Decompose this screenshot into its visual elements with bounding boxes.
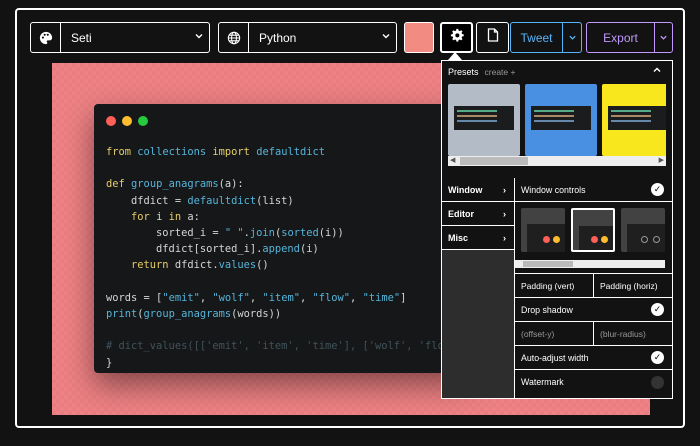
- scroll-left-icon[interactable]: ◀: [450, 156, 455, 166]
- code-line: return dfdict.values(): [131, 259, 269, 272]
- auto-adjust-toggle[interactable]: Auto-adjust width ✓: [515, 346, 672, 370]
- close-dot: [106, 116, 116, 126]
- window-style-option[interactable]: [521, 208, 565, 252]
- tweet-dropdown-button[interactable]: [563, 23, 581, 52]
- presets-list: [448, 84, 666, 156]
- minimize-dot: [122, 116, 132, 126]
- scroll-right-icon[interactable]: ▶: [659, 156, 664, 166]
- create-preset-link[interactable]: create +: [485, 67, 516, 77]
- code-line: dfdict = defaultdict(list): [106, 194, 294, 207]
- check-icon[interactable]: ✓: [651, 351, 664, 364]
- settings-tabs: Window › Editor › Misc ›: [442, 178, 515, 398]
- window-style-option[interactable]: [621, 208, 665, 252]
- chevron-down-icon: [660, 35, 667, 40]
- panel-caret: [448, 52, 462, 60]
- chevron-right-icon: ›: [503, 208, 506, 219]
- presets-title: Presets: [448, 67, 479, 77]
- settings-panel: Presets create + ◀ ▶ Window › Editor › Mis…: [441, 60, 673, 399]
- code-line: sorted_i = " ".join(sorted(i)): [106, 227, 344, 240]
- watermark-toggle[interactable]: Watermark: [515, 370, 672, 394]
- code-line: dfdict[sorted_i].append(i): [106, 243, 319, 256]
- preset-thumbnail[interactable]: [448, 84, 520, 156]
- code-line: for i in a:: [131, 210, 200, 223]
- export-button[interactable]: Export: [587, 23, 655, 52]
- chevron-right-icon: ›: [503, 232, 506, 243]
- background-color-swatch[interactable]: [404, 22, 434, 53]
- offset-y-input[interactable]: (offset-y): [515, 322, 594, 345]
- code-line: words = ["emit", "wolf", "item", "flow",…: [106, 291, 407, 304]
- export-button-group: Export: [586, 22, 673, 53]
- code-editor[interactable]: from collections import defaultdict def …: [106, 144, 444, 371]
- window-controls-toggle[interactable]: Window controls ✓: [515, 178, 672, 202]
- chevron-down-icon: [376, 31, 396, 44]
- toggle-off-icon[interactable]: [651, 375, 664, 389]
- code-window[interactable]: from collections import defaultdict def …: [94, 104, 472, 373]
- tab-misc[interactable]: Misc ›: [442, 226, 514, 250]
- document-icon: [487, 28, 499, 47]
- window-controls-label: Window controls: [521, 184, 586, 195]
- blur-radius-input[interactable]: (blur-radius): [594, 322, 672, 345]
- maximize-dot: [138, 116, 148, 126]
- padding-vert-input[interactable]: Padding (vert): [515, 274, 594, 297]
- drop-shadow-label: Drop shadow: [521, 304, 573, 315]
- window-style-option-selected[interactable]: [571, 208, 615, 252]
- scrollbar-thumb[interactable]: [460, 157, 528, 165]
- tab-window[interactable]: Window ›: [442, 178, 514, 202]
- gear-icon: [450, 28, 464, 47]
- preset-thumbnail[interactable]: [525, 84, 597, 156]
- window-controls: [106, 116, 148, 126]
- check-icon[interactable]: ✓: [651, 303, 664, 316]
- settings-button[interactable]: [440, 22, 473, 53]
- theme-value: Seti: [71, 30, 92, 45]
- palette-icon: [31, 23, 61, 52]
- window-styles-scrollbar[interactable]: [515, 260, 665, 268]
- auto-adjust-label: Auto-adjust width: [521, 352, 589, 363]
- chevron-down-icon: [568, 35, 576, 40]
- padding-inputs: Padding (vert) Padding (horiz): [515, 274, 672, 298]
- code-line: def group_anagrams(a):: [106, 178, 244, 191]
- code-line: }: [106, 356, 113, 369]
- language-select[interactable]: Python: [218, 22, 397, 53]
- tweet-button[interactable]: Tweet: [511, 23, 563, 52]
- chevron-right-icon: ›: [503, 184, 506, 195]
- tab-editor[interactable]: Editor ›: [442, 202, 514, 226]
- drop-shadow-toggle[interactable]: Drop shadow ✓: [515, 298, 672, 322]
- code-line: # dict_values([['emit', 'item', 'time'],…: [106, 340, 444, 353]
- watermark-label: Watermark: [521, 377, 564, 387]
- code-line: from collections import defaultdict: [106, 146, 326, 158]
- tweet-button-group: Tweet: [510, 22, 582, 53]
- chevron-up-icon[interactable]: [652, 65, 662, 78]
- globe-icon: [219, 23, 249, 52]
- language-value: Python: [259, 30, 297, 45]
- presets-header: Presets create +: [448, 67, 515, 77]
- export-dropdown-button[interactable]: [655, 23, 672, 52]
- shadow-inputs: (offset-y) (blur-radius): [515, 322, 672, 346]
- copy-button[interactable]: [476, 22, 509, 53]
- presets-scrollbar[interactable]: ◀ ▶: [448, 156, 666, 166]
- window-controls-styles: [515, 202, 672, 274]
- theme-select[interactable]: Seti: [30, 22, 210, 53]
- code-line: print(group_anagrams(words)): [106, 308, 282, 321]
- padding-horiz-input[interactable]: Padding (horiz): [594, 274, 672, 297]
- window-options: Window controls ✓ Padding (vert) Padding…: [515, 178, 672, 394]
- chevron-down-icon: [189, 31, 209, 44]
- preset-thumbnail[interactable]: [602, 84, 666, 156]
- check-icon[interactable]: ✓: [651, 183, 664, 196]
